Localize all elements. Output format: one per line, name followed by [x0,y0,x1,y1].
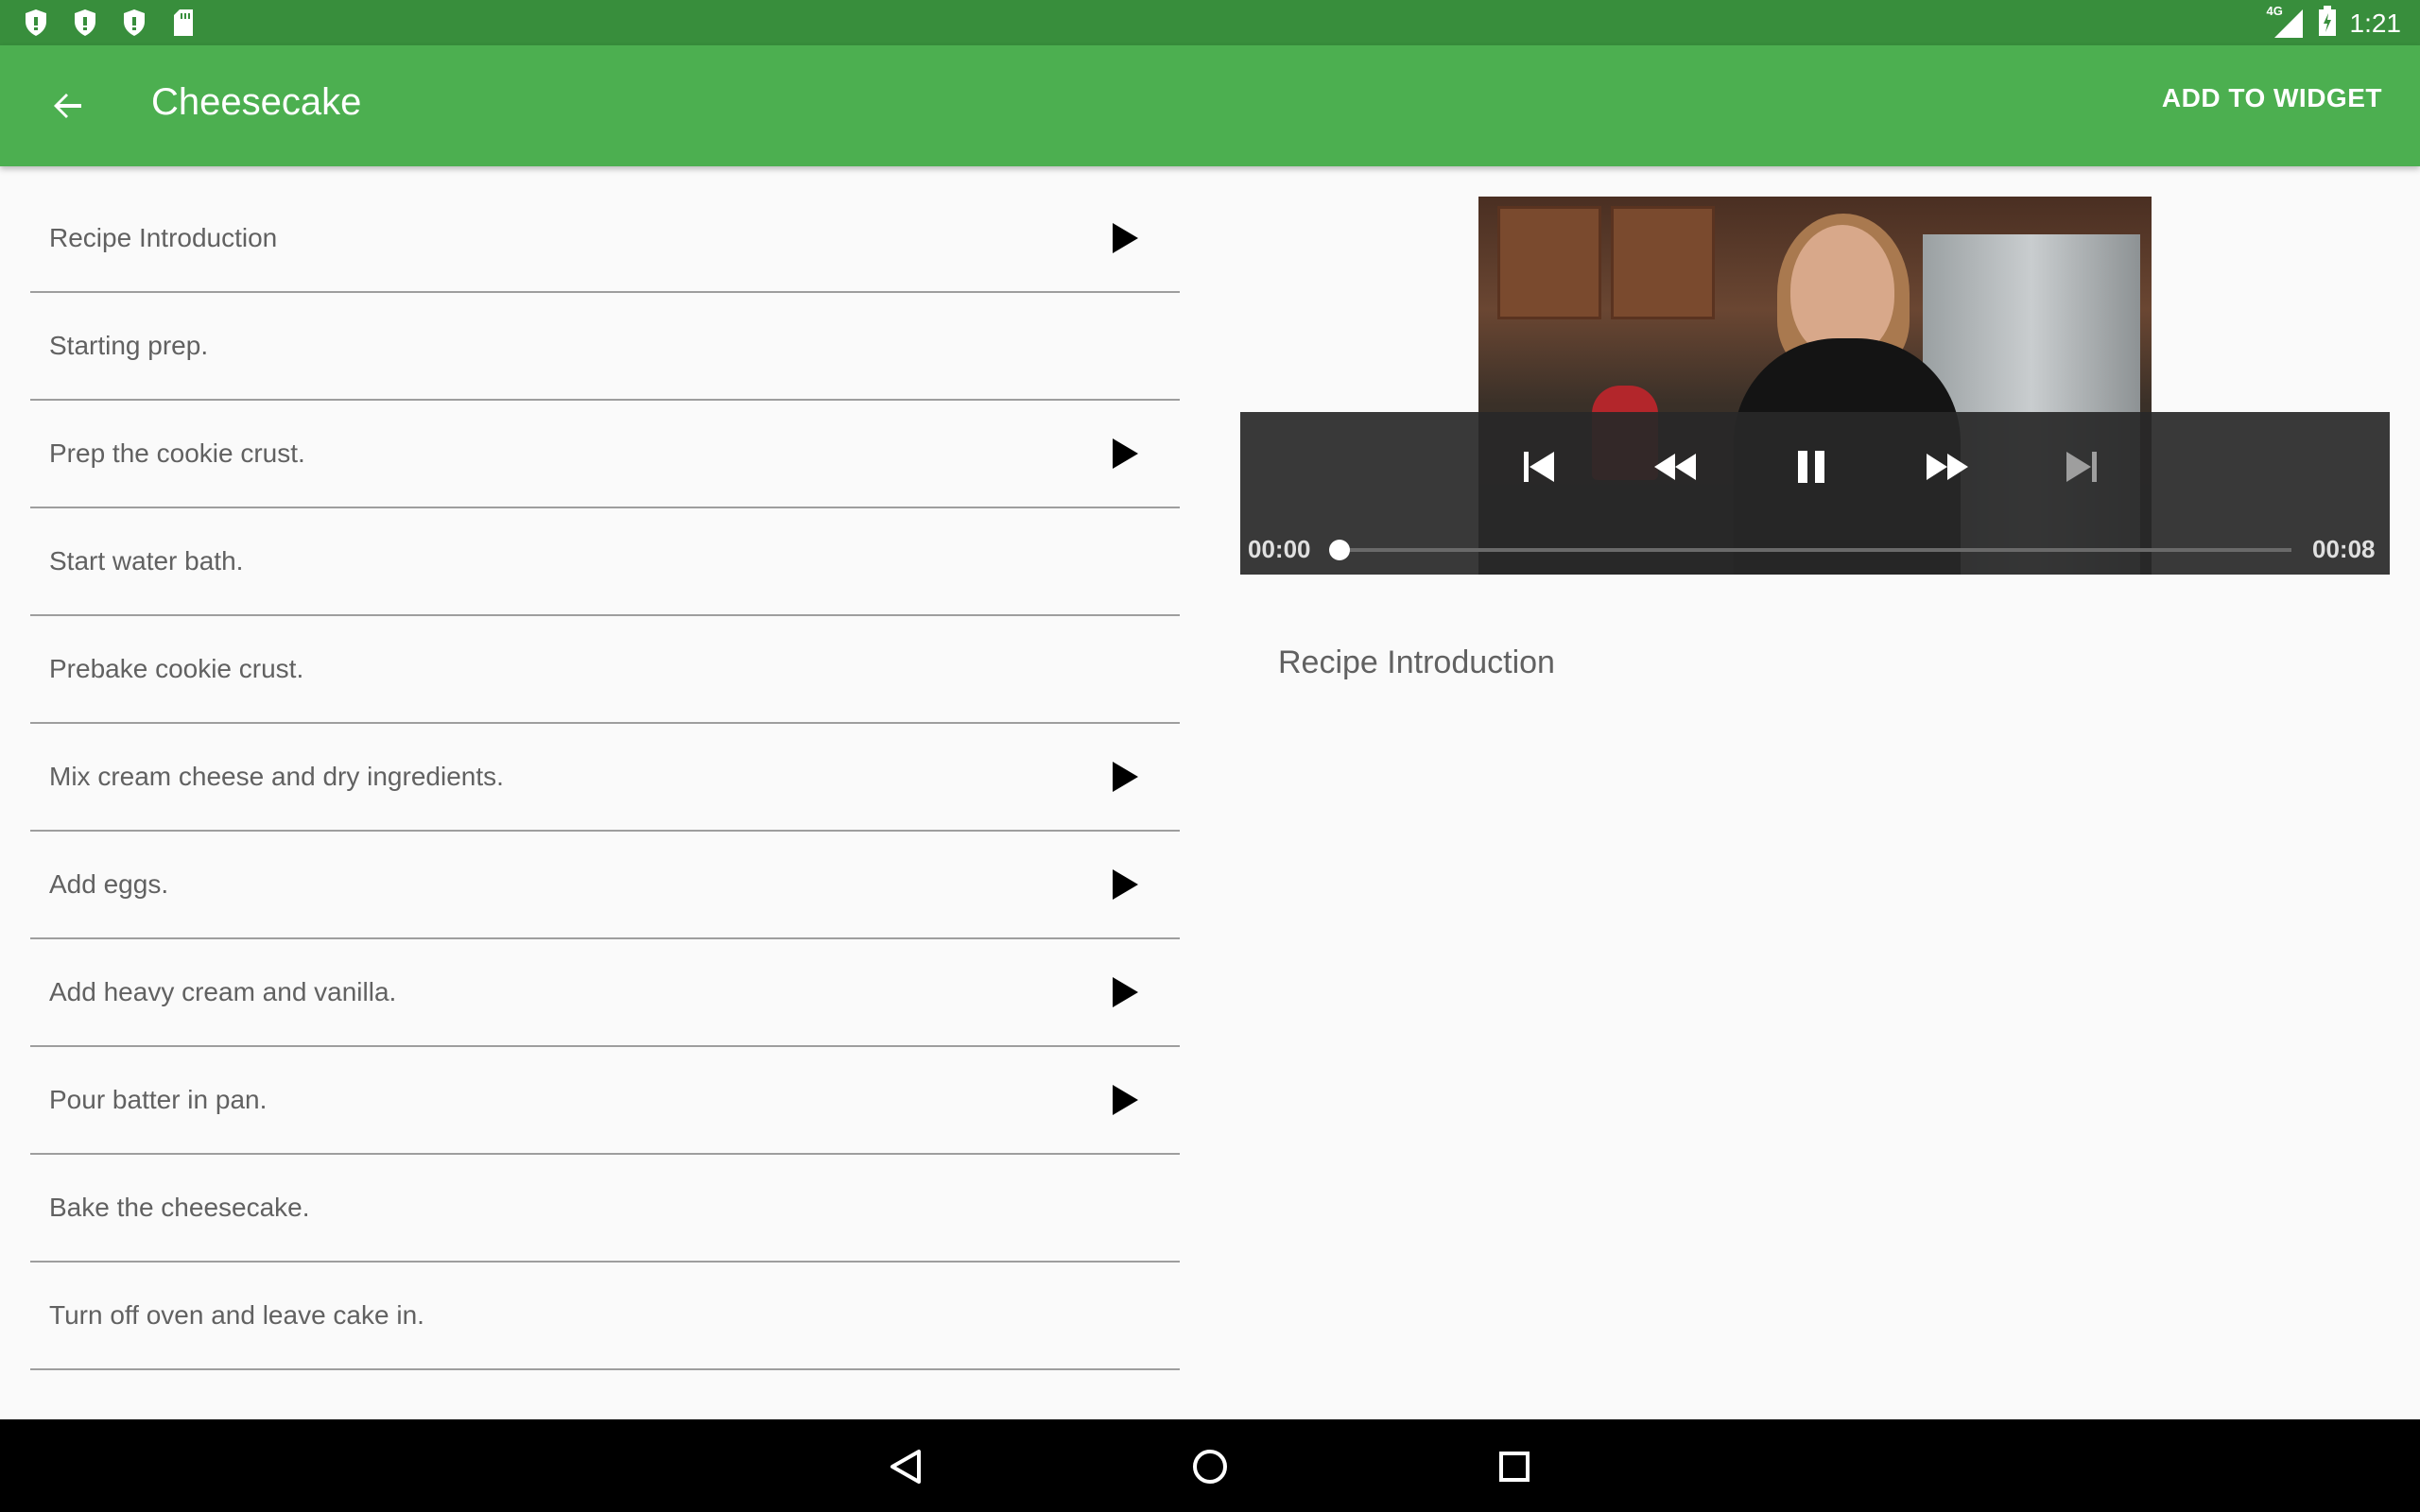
navigation-bar [0,1419,2420,1512]
fast-forward-button[interactable] [1921,440,1974,493]
step-label: Pour batter in pan. [49,1085,268,1114]
play-icon [1113,223,1138,253]
step-item[interactable]: Prebake cookie crust. [30,616,1180,724]
recents-square-icon [1499,1452,1530,1482]
step-label: Add eggs. [49,869,169,899]
play-icon [1113,1085,1138,1115]
step-label: Start water bath. [49,546,244,576]
rewind-icon [1654,454,1696,480]
fast-forward-icon [1927,454,1968,480]
pause-button[interactable] [1785,440,1838,493]
rewind-button[interactable] [1649,440,1702,493]
shield-icon [119,8,149,38]
video-scene-cabinet [1611,206,1715,319]
back-button[interactable] [38,76,98,136]
step-item[interactable]: Add heavy cream and vanilla. [30,939,1180,1047]
play-icon [1113,438,1138,469]
duration-time: 00:08 [2312,535,2376,563]
step-label: Prebake cookie crust. [49,654,304,683]
seek-bar[interactable] [1337,548,2291,552]
step-item[interactable]: Mix cream cheese and dry ingredients. [30,724,1180,832]
step-label: Mix cream cheese and dry ingredients. [49,762,504,791]
skip-next-icon [2066,452,2097,482]
current-time: 00:00 [1248,535,1311,563]
step-label: Add heavy cream and vanilla. [49,977,397,1006]
playback-controls [1512,440,2118,493]
step-label: Prep the cookie crust. [49,438,305,468]
battery-icon [2318,6,2337,41]
step-list: Recipe Introduction Starting prep. Prep … [30,185,1180,1370]
step-label: Turn off oven and leave cake in. [49,1300,424,1330]
step-item[interactable]: Recipe Introduction [30,185,1180,293]
status-notification-icons [21,8,199,38]
back-triangle-icon [890,1450,921,1484]
arrow-back-icon [54,94,81,118]
shield-icon [70,8,100,38]
step-item[interactable]: Start water bath. [30,508,1180,616]
page-title: Cheesecake [151,81,362,123]
step-description: Recipe Introduction [1278,644,1555,680]
app-bar: Cheesecake ADD TO WIDGET [0,45,2420,166]
add-to-widget-button[interactable]: ADD TO WIDGET [2162,83,2382,113]
step-item[interactable]: Starting prep. [30,293,1180,401]
skip-previous-button[interactable] [1512,440,1565,493]
home-circle-icon [1193,1450,1227,1484]
video-scene-face [1790,225,1894,357]
skip-next-button[interactable] [2055,440,2108,493]
step-label: Bake the cheesecake. [49,1193,310,1222]
signal-icon: 4G [2267,4,2305,40]
step-label: Starting prep. [49,331,209,360]
shield-icon [21,8,51,38]
step-item[interactable]: Turn off oven and leave cake in. [30,1263,1180,1370]
play-icon [1113,869,1138,900]
sd-card-icon [168,8,199,38]
nav-recents-button[interactable] [1488,1440,1541,1493]
seek-thumb[interactable] [1329,540,1350,560]
step-item[interactable]: Pour batter in pan. [30,1047,1180,1155]
play-icon [1113,977,1138,1007]
status-bar: 4G 1:21 [0,0,2420,45]
video-scene-cabinet [1497,206,1601,319]
skip-previous-icon [1524,452,1554,482]
play-icon [1113,762,1138,792]
network-type-label: 4G [2266,3,2283,18]
status-time: 1:21 [2349,8,2402,38]
nav-home-button[interactable] [1184,1440,1236,1493]
step-item[interactable]: Add eggs. [30,832,1180,939]
step-item[interactable]: Bake the cheesecake. [30,1155,1180,1263]
status-system-icons: 4G 1:21 [2267,4,2402,41]
nav-back-button[interactable] [879,1440,932,1493]
step-item[interactable]: Prep the cookie crust. [30,401,1180,508]
step-label: Recipe Introduction [49,223,278,252]
pause-icon [1798,451,1824,483]
